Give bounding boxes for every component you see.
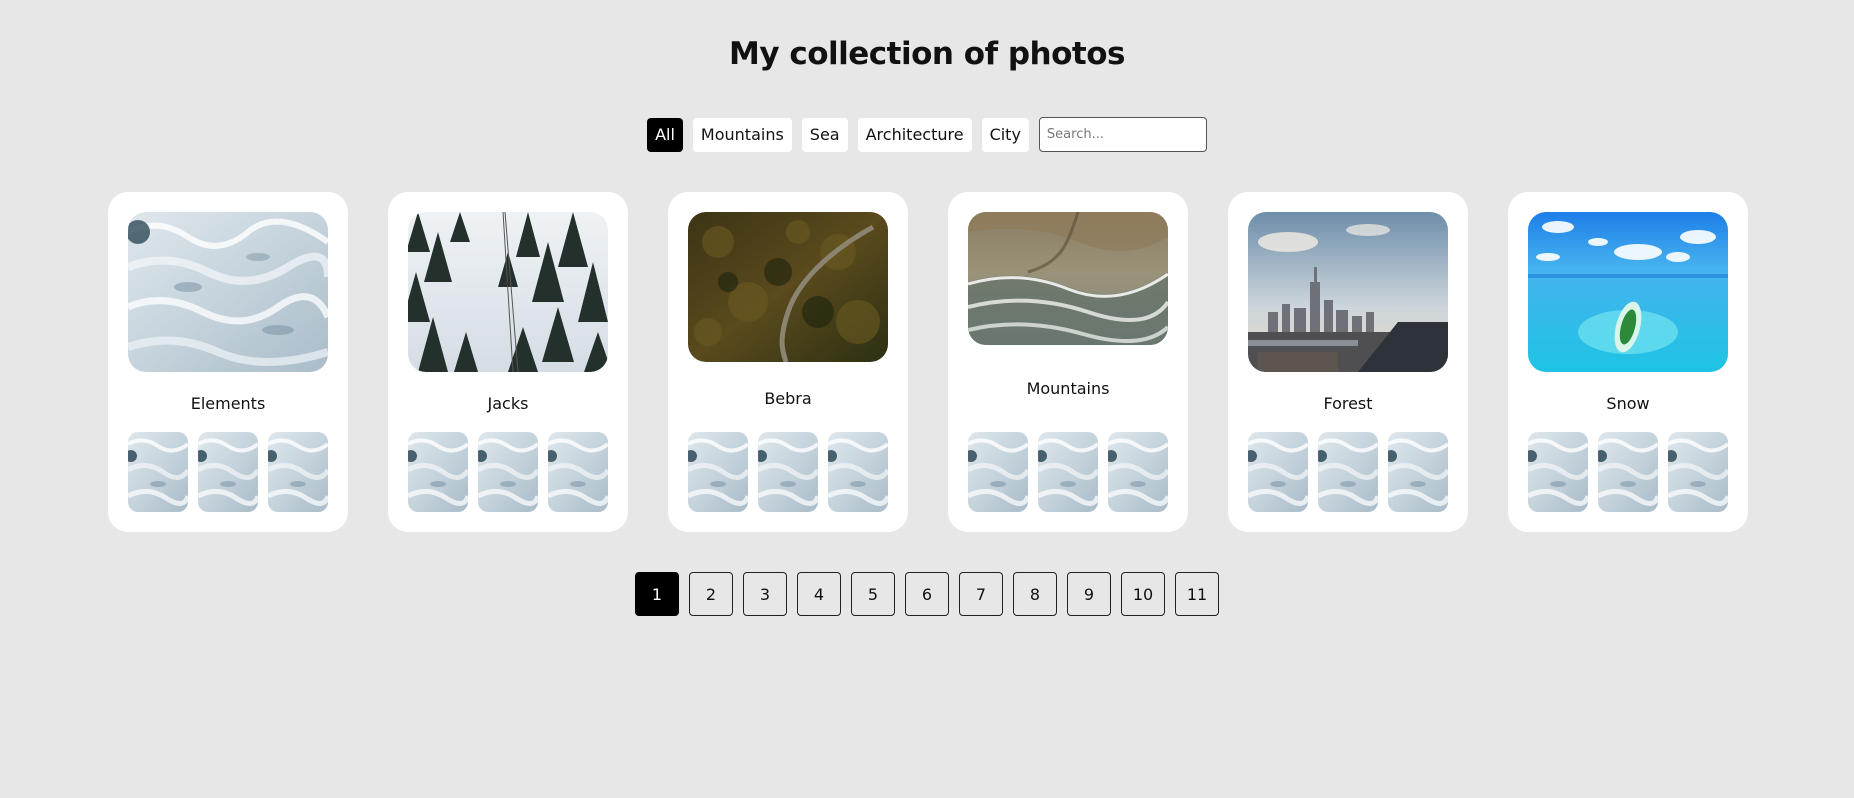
tropical-island-photo[interactable] bbox=[1528, 212, 1728, 372]
collection-card[interactable]: Jacks bbox=[388, 192, 628, 532]
collection-card[interactable]: Bebra bbox=[668, 192, 908, 532]
page-button-3[interactable]: 3 bbox=[743, 572, 787, 616]
collection-card[interactable]: Mountains bbox=[948, 192, 1188, 532]
filter-all-button[interactable]: All bbox=[647, 117, 683, 152]
thumbnail-row bbox=[968, 432, 1168, 512]
sea-waves-thumbnail[interactable] bbox=[1598, 432, 1658, 512]
collection-card[interactable]: Forest bbox=[1228, 192, 1468, 532]
sea-waves-thumbnail[interactable] bbox=[1318, 432, 1378, 512]
beach-aerial-photo[interactable] bbox=[968, 212, 1168, 345]
sea-waves-thumbnail[interactable] bbox=[128, 432, 188, 512]
card-title: Bebra bbox=[764, 389, 812, 408]
page-button-8[interactable]: 8 bbox=[1013, 572, 1057, 616]
sea-waves-thumbnail[interactable] bbox=[548, 432, 608, 512]
forest-road-photo[interactable] bbox=[688, 212, 888, 362]
thumbnail-row bbox=[1248, 432, 1448, 512]
page-button-4[interactable]: 4 bbox=[797, 572, 841, 616]
thumbnail-row bbox=[1528, 432, 1728, 512]
photo-grid: Elements Jacks Bebra Mountains Forest Sn… bbox=[108, 192, 1748, 532]
card-title: Elements bbox=[190, 394, 266, 413]
sea-waves-thumbnail[interactable] bbox=[1388, 432, 1448, 512]
page-button-6[interactable]: 6 bbox=[905, 572, 949, 616]
page-title: My collection of photos bbox=[729, 36, 1125, 72]
page-button-7[interactable]: 7 bbox=[959, 572, 1003, 616]
filter-sea-button[interactable]: Sea bbox=[801, 117, 848, 152]
sea-waves-thumbnail[interactable] bbox=[1248, 432, 1308, 512]
page-button-11[interactable]: 11 bbox=[1175, 572, 1219, 616]
thumbnail-row bbox=[128, 432, 328, 512]
card-title: Snow bbox=[1606, 394, 1650, 413]
sea-waves-thumbnail[interactable] bbox=[828, 432, 888, 512]
sea-waves-thumbnail[interactable] bbox=[758, 432, 818, 512]
pagination: 1 2 3 4 5 6 7 8 9 10 11 bbox=[0, 572, 1854, 616]
sea-waves-thumbnail[interactable] bbox=[968, 432, 1028, 512]
sea-waves-thumbnail[interactable] bbox=[1668, 432, 1728, 512]
page-button-2[interactable]: 2 bbox=[689, 572, 733, 616]
collection-card[interactable]: Elements bbox=[108, 192, 348, 532]
sea-waves-thumbnail[interactable] bbox=[198, 432, 258, 512]
filter-mountains-button[interactable]: Mountains bbox=[692, 117, 792, 152]
filter-bar: All Mountains Sea Architecture City bbox=[0, 117, 1854, 152]
card-title: Forest bbox=[1323, 394, 1373, 413]
page-button-1[interactable]: 1 bbox=[635, 572, 679, 616]
sea-waves-photo[interactable] bbox=[128, 212, 328, 372]
card-title: Jacks bbox=[487, 394, 529, 413]
page-button-9[interactable]: 9 bbox=[1067, 572, 1111, 616]
collection-card[interactable]: Snow bbox=[1508, 192, 1748, 532]
page-button-5[interactable]: 5 bbox=[851, 572, 895, 616]
sea-waves-thumbnail[interactable] bbox=[478, 432, 538, 512]
filter-city-button[interactable]: City bbox=[981, 117, 1029, 152]
page-button-10[interactable]: 10 bbox=[1121, 572, 1165, 616]
filter-architecture-button[interactable]: Architecture bbox=[857, 117, 972, 152]
sea-waves-thumbnail[interactable] bbox=[408, 432, 468, 512]
thumbnail-row bbox=[688, 432, 888, 512]
sea-waves-thumbnail[interactable] bbox=[1108, 432, 1168, 512]
city-skyline-photo[interactable] bbox=[1248, 212, 1448, 372]
card-title: Mountains bbox=[1026, 379, 1110, 398]
sea-waves-thumbnail[interactable] bbox=[1528, 432, 1588, 512]
thumbnail-row bbox=[408, 432, 608, 512]
sea-waves-thumbnail[interactable] bbox=[1038, 432, 1098, 512]
snowy-forest-photo[interactable] bbox=[408, 212, 608, 372]
sea-waves-thumbnail[interactable] bbox=[688, 432, 748, 512]
search-input[interactable] bbox=[1038, 117, 1207, 152]
sea-waves-thumbnail[interactable] bbox=[268, 432, 328, 512]
